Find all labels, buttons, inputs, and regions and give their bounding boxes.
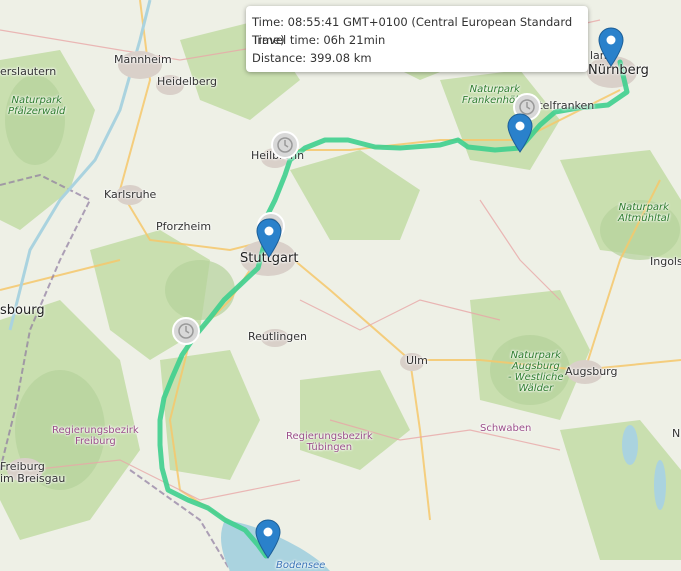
label-mannheim: Mannheim [114, 53, 172, 66]
map-view[interactable]: erslautern Mannheim Heidelberg Naturpark… [0, 0, 681, 571]
nuernberg-marker[interactable] [598, 27, 624, 67]
bodensee-marker[interactable] [255, 519, 281, 559]
label-strasbourg: sbourg [0, 303, 45, 318]
route-info-popup: Time: 08:55:41 GMT+0100 (Central Europea… [246, 6, 588, 72]
label-edge-n: N [672, 427, 681, 440]
label-kaiserslautern: erslautern [0, 65, 57, 78]
stuttgart-marker[interactable] [256, 218, 282, 258]
label-park-augsburg: Naturpark Augsburg - Westliche Wälder [508, 350, 564, 394]
clock-icon-tuebingen[interactable] [171, 316, 201, 346]
label-karlsruhe: Karlsruhe [104, 188, 157, 201]
label-schwaben: Schwaben [480, 423, 532, 434]
map-tiles [0, 0, 681, 571]
label-ulm: Ulm [406, 354, 428, 367]
label-freiburg: Freiburg im Breisgau [0, 460, 66, 486]
label-bodensee: Bodensee [276, 560, 326, 571]
label-mittelfranken: ttelfranken [534, 99, 595, 112]
popup-time: Time: 08:55:41 GMT+0100 (Central Europea… [252, 15, 573, 47]
label-park-pfaelzerwald: Naturpark Pfälzerwald [8, 95, 66, 117]
label-region-tuebingen: Regierungsbezirk Tübingen [286, 431, 373, 453]
label-augsburg: Augsburg [565, 365, 618, 378]
label-park-altmuehltal: Naturpark Altmühltal [618, 202, 670, 224]
clock-icon-heilbronn[interactable] [270, 130, 300, 160]
feuchtwangen-marker[interactable] [507, 113, 533, 153]
popup-distance: Distance: 399.08 km [252, 51, 372, 65]
label-region-freiburg: Regierungsbezirk Freiburg [52, 425, 139, 447]
popup-travel-time: Travel time: 06h 21min [252, 33, 386, 47]
label-reutlingen: Reutlingen [248, 330, 308, 343]
label-pforzheim: Pforzheim [156, 220, 212, 233]
label-heidelberg: Heidelberg [157, 75, 217, 88]
label-ingolstadt: Ingols [650, 255, 681, 268]
